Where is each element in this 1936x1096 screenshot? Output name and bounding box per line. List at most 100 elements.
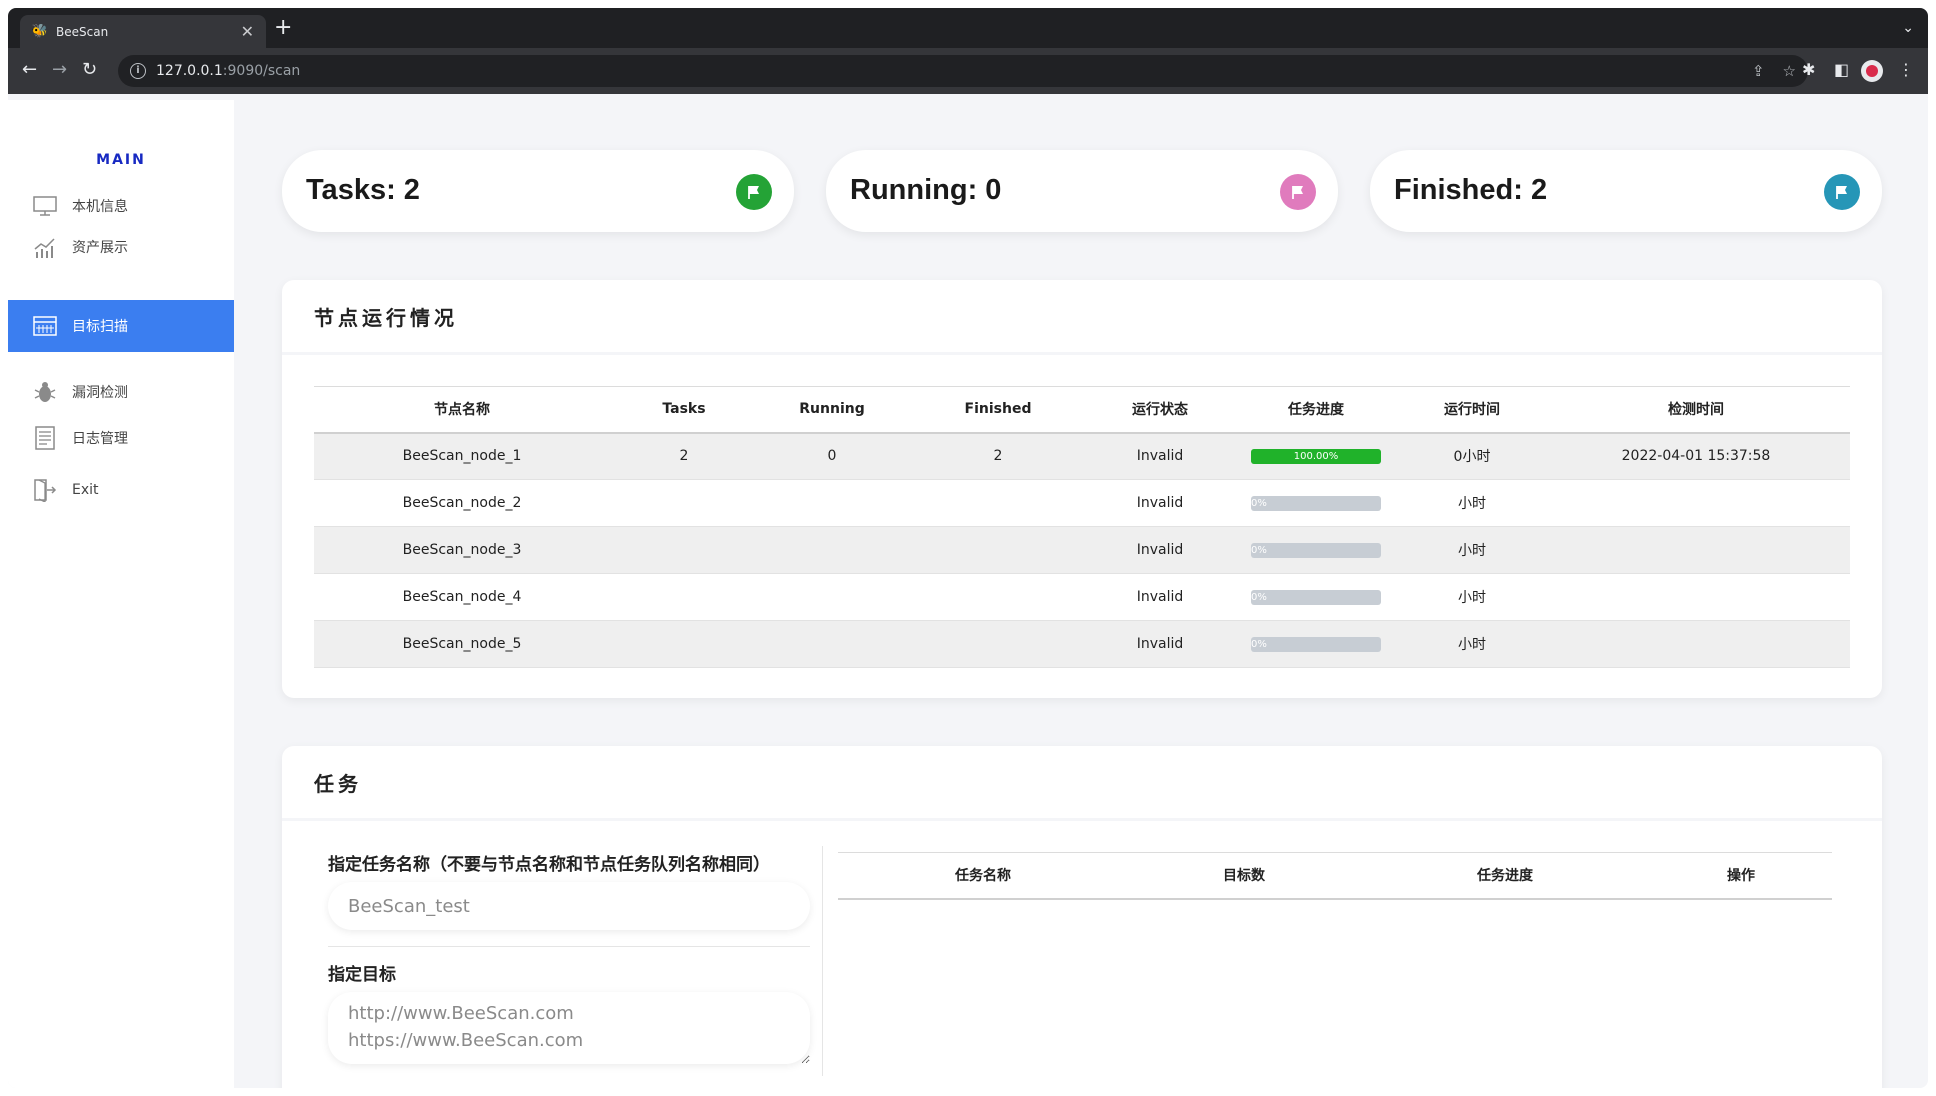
node-finished: 2 [906,432,1090,480]
node-status: Invalid [1090,526,1230,574]
progress-bar: 0% [1251,589,1381,605]
node-tasks [610,620,758,668]
progress-bar: 0% [1251,636,1381,652]
browser-tab[interactable]: 🐝 BeeScan ✕ [20,15,266,48]
divider [328,946,810,947]
node-tasks: 2 [610,432,758,480]
chart-icon [32,234,58,260]
browser-menu-icon[interactable]: ⋮ [1898,60,1914,80]
node-run-time: 小时 [1402,526,1542,574]
node-name: BeeScan_node_5 [314,620,610,668]
node-running [758,526,906,574]
node-status: Invalid [1090,479,1230,527]
task-table: 任务名称 目标数 任务进度 操作 [838,852,1832,900]
exit-icon [32,477,58,503]
node-status-panel: 节点运行情况 节点名称 Tasks Running Finished 运行状态 … [282,280,1882,698]
task-name-input[interactable] [328,882,810,930]
divider [822,846,823,1076]
bookmark-star-icon[interactable]: ☆ [1783,62,1796,80]
table-row: BeeScan_node_5 Invalid 0% 小时 [314,620,1850,668]
column-header: 运行状态 [1090,386,1230,434]
node-table: 节点名称 Tasks Running Finished 运行状态 任务进度 运行… [314,386,1850,668]
sidebar-item-assets[interactable]: 资产展示 [8,224,234,270]
address-bar[interactable]: i 127.0.0.1:9090/scan ⇪ ☆ [118,55,1808,87]
node-running [758,573,906,621]
table-row: BeeScan_node_2 Invalid 0% 小时 [314,479,1850,527]
sidebar: MAIN 本机信息 资产展示 目标扫描 漏洞检测 日志管理 Exit [8,100,234,1088]
bug-icon [32,379,58,405]
node-running [758,620,906,668]
sidebar-item-exit[interactable]: Exit [8,467,234,513]
column-header: 任务进度 [1360,852,1650,900]
progress-bar: 100.00% [1251,448,1381,464]
column-header: Running [758,386,906,434]
share-icon[interactable]: ⇪ [1752,62,1765,80]
stat-card-finished: Finished: 2 [1370,150,1882,232]
browser-tab-bar: 🐝 BeeScan ✕ + ⌄ [8,8,1928,48]
running-count: Running: 0 [850,174,1002,206]
sidebar-item-target-scan[interactable]: 目标扫描 [8,300,234,352]
bee-favicon-icon: 🐝 [31,24,49,39]
browser-window: 🐝 BeeScan ✕ + ⌄ ← → ↻ i 127.0.0.1:9090/s… [8,8,1928,1088]
node-running [758,479,906,527]
table-header-row: 节点名称 Tasks Running Finished 运行状态 任务进度 运行… [314,386,1850,434]
column-header: 任务名称 [838,852,1128,900]
column-header: 任务进度 [1230,386,1402,434]
tab-search-icon[interactable]: ⌄ [1902,20,1914,36]
target-label: 指定目标 [328,965,396,985]
node-finished [906,526,1090,574]
sidebar-item-label: 日志管理 [72,431,128,447]
divider [282,818,1882,821]
node-tasks [610,526,758,574]
profile-avatar-icon[interactable] [1861,60,1883,82]
progress-label: 0% [1251,638,1267,650]
node-run-time: 0小时 [1402,432,1542,480]
column-header: Finished [906,386,1090,434]
sidebar-item-local-info[interactable]: 本机信息 [8,183,234,229]
progress-label: 0% [1251,591,1267,603]
progress-label: 100.00% [1293,450,1339,462]
node-name: BeeScan_node_4 [314,573,610,621]
node-check-time [1542,573,1850,621]
target-textarea[interactable] [328,992,810,1064]
sidebar-item-label: 目标扫描 [72,319,128,335]
calendar-grid-icon [32,313,58,339]
extensions-puzzle-icon[interactable]: ✱ [1802,60,1815,80]
flag-icon [1280,174,1316,210]
table-row: BeeScan_node_3 Invalid 0% 小时 [314,526,1850,574]
sidebar-item-log-management[interactable]: 日志管理 [8,415,234,461]
panel-title: 任务 [314,772,362,796]
document-icon [32,425,58,451]
node-status: Invalid [1090,620,1230,668]
sidebar-item-vuln-detect[interactable]: 漏洞检测 [8,369,234,415]
browser-toolbar: ← → ↻ i 127.0.0.1:9090/scan ⇪ ☆ ✱ ◧ ⋮ [8,48,1928,94]
node-tasks [610,573,758,621]
node-status: Invalid [1090,573,1230,621]
forward-icon[interactable]: → [52,60,67,80]
table-row: BeeScan_node_1 2 0 2 Invalid 100.00% 0小时… [314,432,1850,480]
column-header: 检测时间 [1542,386,1850,434]
node-run-time: 小时 [1402,620,1542,668]
progress-bar: 0% [1251,542,1381,558]
monitor-icon [32,193,58,219]
node-check-time: 2022-04-01 15:37:58 [1542,432,1850,480]
stat-card-tasks: Tasks: 2 [282,150,794,232]
url-path: :9090/scan [222,63,301,79]
task-panel: 任务 指定任务名称（不要与节点名称和节点任务队列名称相同） 指定目标 任务名称 … [282,746,1882,1088]
progress-label: 0% [1251,497,1267,509]
node-check-time [1542,526,1850,574]
new-tab-icon[interactable]: + [274,17,292,39]
stat-card-running: Running: 0 [826,150,1338,232]
node-check-time [1542,620,1850,668]
reload-icon[interactable]: ↻ [82,60,97,80]
node-status: Invalid [1090,432,1230,480]
close-tab-icon[interactable]: ✕ [241,22,254,41]
node-name: BeeScan_node_1 [314,432,610,480]
node-run-time: 小时 [1402,573,1542,621]
back-icon[interactable]: ← [22,60,37,80]
side-panel-icon[interactable]: ◧ [1834,60,1849,80]
site-info-icon[interactable]: i [130,63,146,79]
tab-title: BeeScan [56,24,109,39]
task-name-label: 指定任务名称（不要与节点名称和节点任务队列名称相同） [328,855,770,875]
sidebar-item-label: Exit [72,482,99,498]
